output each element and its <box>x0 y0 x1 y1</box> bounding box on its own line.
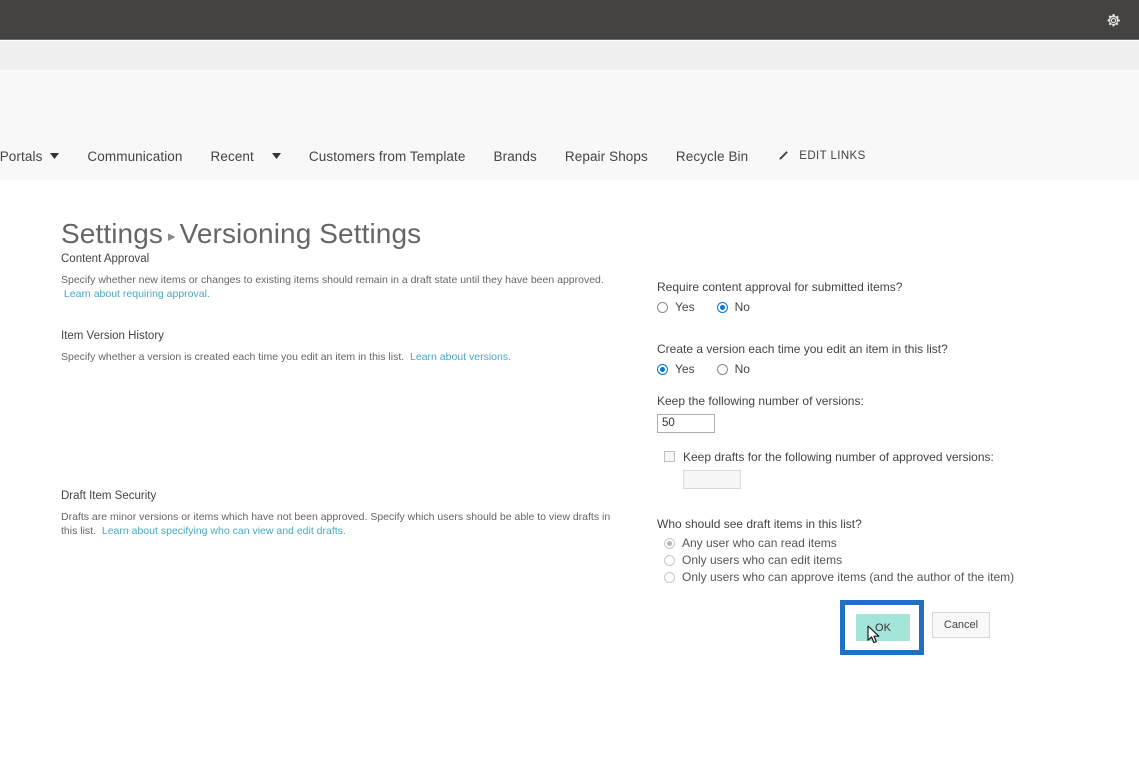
item-version-history-description: Specify whether a version is created eac… <box>61 350 621 364</box>
require-content-approval-radio-group: Yes No <box>657 300 1097 314</box>
who-sees-drafts-radio-group: Any user who can read items Only users w… <box>657 536 1097 584</box>
keep-drafts-input <box>683 469 741 489</box>
keep-versions-input[interactable] <box>657 413 715 433</box>
radio-indicator[interactable] <box>664 571 675 583</box>
content-approval-description-text: Specify whether new items or changes to … <box>61 274 604 286</box>
radio-indicator[interactable] <box>657 363 668 375</box>
keep-drafts-label: Keep drafts for the following number of … <box>683 449 994 464</box>
content-approval-heading: Content Approval <box>61 253 150 265</box>
draft-item-security-controls: Who should see draft items in this list?… <box>657 517 1097 585</box>
content-approval-controls: Require content approval for submitted i… <box>657 280 1097 314</box>
create-version-yes-option[interactable]: Yes <box>657 362 695 376</box>
learn-about-requiring-approval-link[interactable]: Learn about requiring approval. <box>64 288 210 300</box>
create-version-radio-group: Yes No <box>657 362 1097 376</box>
item-version-history-description-text: Specify whether a version is created eac… <box>61 351 405 363</box>
draft-item-security-description-block: Draft Item Security Drafts are minor ver… <box>61 490 621 538</box>
keep-versions-label: Keep the following number of versions: <box>657 394 864 408</box>
radio-indicator[interactable] <box>664 537 675 549</box>
ok-button[interactable]: OK <box>856 614 910 641</box>
require-approval-yes-option[interactable]: Yes <box>657 300 695 314</box>
create-version-no-option[interactable]: No <box>716 362 750 376</box>
require-approval-yes-label: Yes <box>675 300 695 314</box>
keep-drafts-checkbox-row[interactable]: Keep drafts for the following number of … <box>664 450 1097 464</box>
who-sees-drafts-question: Who should see draft items in this list? <box>657 517 862 531</box>
item-version-history-description-block: Item Version History Specify whether a v… <box>61 330 621 364</box>
item-version-history-controls: Create a version each time you edit an i… <box>657 342 1097 489</box>
drafts-approve-users-label: Only users who can approve items (and th… <box>682 570 1015 584</box>
create-version-question: Create a version each time you edit an i… <box>657 342 948 356</box>
keep-versions-block: Keep the following number of versions: <box>657 394 1097 433</box>
create-version-yes-label: Yes <box>675 362 695 376</box>
item-version-history-heading: Item Version History <box>61 330 164 342</box>
drafts-any-user-option[interactable]: Any user who can read items <box>664 536 1097 550</box>
create-version-no-label: No <box>734 362 750 376</box>
keep-drafts-checkbox[interactable] <box>664 451 675 462</box>
radio-indicator[interactable] <box>657 301 668 313</box>
require-content-approval-question: Require content approval for submitted i… <box>657 280 903 294</box>
require-approval-no-label: No <box>734 300 750 314</box>
content-approval-description-block: Content Approval Specify whether new ite… <box>61 253 621 301</box>
radio-indicator[interactable] <box>716 301 728 313</box>
drafts-edit-users-option[interactable]: Only users who can edit items <box>664 553 1097 567</box>
drafts-approve-users-option[interactable]: Only users who can approve items (and th… <box>664 570 1097 584</box>
learn-about-draft-security-link[interactable]: Learn about specifying who can view and … <box>102 525 346 537</box>
require-approval-no-option[interactable]: No <box>716 300 750 314</box>
learn-about-versions-link[interactable]: Learn about versions. <box>410 351 511 363</box>
radio-indicator[interactable] <box>664 554 675 566</box>
draft-item-security-heading: Draft Item Security <box>61 490 157 502</box>
content-approval-description: Specify whether new items or changes to … <box>61 273 621 301</box>
draft-item-security-description: Drafts are minor versions or items which… <box>61 510 621 538</box>
radio-indicator[interactable] <box>716 363 728 375</box>
cancel-button[interactable]: Cancel <box>932 612 990 638</box>
keep-drafts-block: Keep drafts for the following number of … <box>664 450 1097 489</box>
drafts-edit-users-label: Only users who can edit items <box>682 553 843 567</box>
versioning-settings-form: Content Approval Specify whether new ite… <box>0 0 1139 760</box>
drafts-any-user-label: Any user who can read items <box>682 536 837 550</box>
